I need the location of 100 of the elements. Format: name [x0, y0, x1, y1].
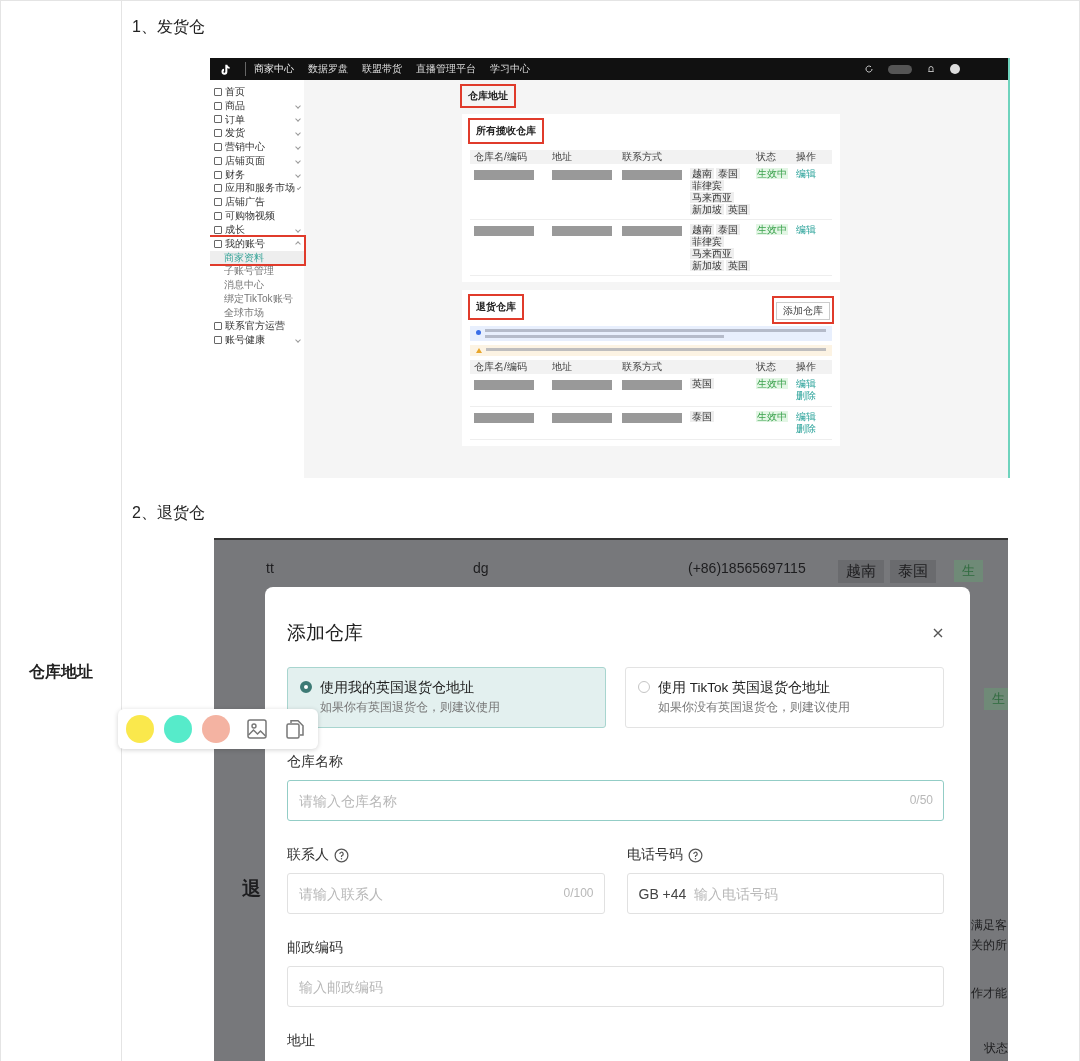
- nav-link[interactable]: 学习中心: [490, 62, 530, 76]
- table-cell-text: dg: [473, 560, 490, 576]
- radio-button[interactable]: [638, 681, 650, 693]
- region-tag: 越南: [690, 168, 714, 179]
- field-label: 邮政编码: [287, 939, 343, 957]
- sidebar-item[interactable]: 成长: [210, 222, 304, 237]
- radio-option[interactable]: 使用我的英国退货仓地址 如果你有英国退货仓，则建议使用: [287, 667, 606, 728]
- region-tag: 菲律宾: [690, 236, 724, 247]
- status-badge: 生效中: [756, 378, 788, 389]
- region-tag: 英国: [690, 378, 714, 389]
- region-tag: 新加坡: [690, 260, 724, 271]
- field-label: 地址: [287, 1032, 315, 1050]
- status-badge: 生效中: [756, 411, 788, 422]
- redacted-block: [552, 170, 612, 180]
- toggle-pill[interactable]: [888, 64, 912, 74]
- redacted-block: [474, 226, 534, 236]
- table-header: 仓库名/编码 地址 联系方式 状态 操作: [470, 150, 832, 164]
- section-heading: 2、退货仓: [132, 503, 206, 523]
- sidebar-item[interactable]: 联系官方运营: [210, 319, 304, 334]
- field-label: 联系人: [287, 846, 329, 864]
- region-tag: 泰国: [716, 224, 740, 235]
- color-swatch[interactable]: [164, 715, 192, 743]
- redacted-block: [552, 380, 612, 390]
- warning-icon: [476, 348, 482, 353]
- radio-option[interactable]: 使用 TikTok 英国退货仓地址 如果你没有英国退货仓，则建议使用: [625, 667, 944, 728]
- option-title: 使用 TikTok 英国退货仓地址: [658, 679, 831, 697]
- info-icon: [476, 330, 481, 335]
- page-title: 仓库地址: [462, 86, 514, 106]
- add-warehouse-button[interactable]: 添加仓库: [776, 302, 830, 320]
- status-badge: 生效中: [756, 168, 788, 179]
- sidebar-item[interactable]: 营销中心: [210, 140, 304, 154]
- region-tag: 英国: [726, 204, 750, 215]
- banner-text: 满足客 关的所: [971, 917, 1007, 954]
- radio-button[interactable]: [300, 681, 312, 693]
- region-tag: 马来西亚: [690, 192, 734, 203]
- refresh-icon[interactable]: [864, 64, 874, 74]
- region-tag: 英国: [726, 260, 750, 271]
- option-title: 使用我的英国退货仓地址: [320, 679, 475, 697]
- redacted-block: [622, 380, 682, 390]
- sidebar-item[interactable]: 店铺广告: [210, 195, 304, 210]
- phone-input-field[interactable]: GB +44 输入电话号码: [626, 873, 944, 914]
- card-title: 退货仓库: [470, 296, 522, 318]
- card-title: 所有揽收仓库: [470, 120, 542, 142]
- image-icon[interactable]: [246, 718, 268, 740]
- copy-icon[interactable]: [284, 718, 306, 740]
- sidebar-subitem[interactable]: 绑定TikTok账号: [210, 291, 304, 306]
- sidebar-item[interactable]: 订单: [210, 112, 304, 127]
- avatar[interactable]: [950, 64, 960, 74]
- sidebar-item[interactable]: 应用和服务市场: [210, 181, 304, 196]
- color-swatch[interactable]: [126, 715, 154, 743]
- region-tag: 泰国: [890, 560, 936, 583]
- status-badge: 生: [954, 560, 983, 582]
- option-hint: 如果你没有英国退货仓，则建议使用: [658, 699, 850, 716]
- field-label: 仓库名称: [287, 753, 343, 771]
- redacted-block: [474, 413, 534, 423]
- section-title: 退: [242, 877, 261, 901]
- sidebar-subitem[interactable]: 消息中心: [210, 278, 304, 292]
- warning-text: 作才能: [971, 985, 1007, 1002]
- region-tag: 泰国: [716, 168, 740, 179]
- character-counter: 0/100: [563, 886, 594, 900]
- sidebar-item[interactable]: 店铺页面: [210, 154, 304, 168]
- table-cell-text: tt: [266, 560, 275, 576]
- help-icon[interactable]: [687, 847, 703, 863]
- region-tag: 新加坡: [690, 204, 724, 215]
- input-field[interactable]: 输入邮政编码: [287, 966, 944, 1007]
- option-hint: 如果你有英国退货仓，则建议使用: [320, 699, 500, 716]
- sidebar-item[interactable]: 可购物视频: [210, 209, 304, 223]
- redacted-block: [474, 170, 534, 180]
- table-cell-text: (+86)18565697115: [688, 560, 807, 576]
- sidebar-item[interactable]: 首页: [210, 85, 304, 99]
- section-heading: 1、发货仓: [132, 17, 206, 37]
- region-tag: 越南: [838, 560, 884, 583]
- bell-icon[interactable]: [926, 64, 936, 74]
- character-counter: 0/50: [909, 793, 933, 807]
- redacted-block: [552, 413, 612, 423]
- redacted-block: [552, 226, 612, 236]
- country-code[interactable]: GB +44: [638, 885, 687, 902]
- sidebar-item[interactable]: 商品: [210, 98, 304, 113]
- sidebar-item[interactable]: 账号健康: [210, 333, 304, 348]
- table-header: 仓库名/编码 地址 联系方式 状态 操作: [470, 360, 832, 374]
- sidebar-item[interactable]: 财务: [210, 167, 304, 182]
- help-icon[interactable]: [334, 847, 349, 863]
- field-label: 电话号码: [626, 846, 683, 864]
- sidebar-subitem[interactable]: 全球市场: [210, 305, 304, 320]
- sidebar-item[interactable]: 发货: [210, 126, 304, 141]
- region-tag: 马来西亚: [690, 248, 734, 259]
- nav-link[interactable]: 数据罗盘: [308, 62, 348, 76]
- app-title: 商家中心: [245, 62, 294, 76]
- redacted-block: [474, 380, 534, 390]
- sidebar-subitem[interactable]: 子账号管理: [210, 264, 304, 279]
- close-icon[interactable]: [932, 627, 944, 639]
- column-header: 状态: [984, 1040, 1008, 1057]
- phone-number-input[interactable]: 输入电话号码: [694, 885, 932, 902]
- color-swatch[interactable]: [202, 715, 230, 743]
- nav-link[interactable]: 直播管理平台: [416, 62, 476, 76]
- nav-link[interactable]: 联盟带货: [362, 62, 402, 76]
- sidebar-item[interactable]: 我的账号: [210, 236, 304, 251]
- row-label: 仓库地址: [29, 662, 93, 682]
- region-tag: 泰国: [690, 411, 714, 422]
- region-tag: 越南: [690, 224, 714, 235]
